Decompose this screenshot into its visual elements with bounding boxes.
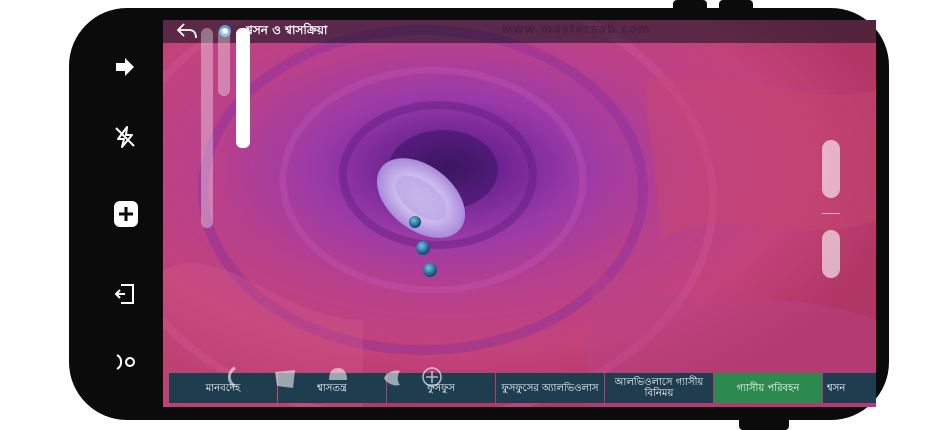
zoom-out-button[interactable]	[822, 230, 840, 278]
tab-alveolus[interactable]: ফুসফুসের অ্যালভিওলাস	[496, 373, 604, 403]
exit-icon[interactable]	[113, 282, 137, 306]
watermark: www.mastersab.com	[501, 22, 651, 36]
slider-track-left[interactable]	[201, 28, 213, 228]
half-circle-icon[interactable]	[113, 350, 137, 374]
tab-label: ফুসফুসের অ্যালভিওলাস	[501, 382, 599, 394]
back-icon[interactable]	[175, 21, 199, 41]
tab-gas-exchange[interactable]: আলভিওলাসে গ্যাসীয় বিনিময়	[605, 373, 713, 403]
bronchiole-3d-scene[interactable]	[163, 20, 876, 407]
add-icon[interactable]	[113, 200, 139, 228]
lightning-icon[interactable]	[113, 125, 137, 149]
tab-label: গ্যাসীয় পরিবহন	[736, 382, 800, 394]
nav-heart-icon[interactable]	[380, 367, 402, 389]
tab-shwason[interactable]: শ্বসন	[823, 373, 876, 403]
page-title: শ্বসন ও শ্বাসক্রিয়া	[246, 23, 328, 37]
tab-gas-transport[interactable]: গ্যাসীয় পরিবহন	[714, 373, 822, 403]
nav-add-circle-icon[interactable]	[421, 366, 443, 388]
slider-handle[interactable]	[236, 28, 250, 148]
arrow-right-icon[interactable]	[113, 56, 137, 78]
tab-label: শ্বসন	[827, 382, 846, 394]
nav-home-icon[interactable]	[327, 366, 349, 388]
nav-square-icon[interactable]	[275, 370, 297, 388]
zoom-in-button[interactable]	[822, 140, 840, 198]
zoom-separator	[822, 213, 840, 214]
app-screen[interactable]: শ্বসন ও শ্বাসক্রিয়া www.mastersab.com ম…	[163, 20, 876, 407]
tab-label: আলভিওলাসে গ্যাসীয় বিনিময়	[614, 377, 704, 399]
slider-track-middle[interactable]	[218, 28, 230, 96]
nav-back-icon[interactable]	[219, 366, 241, 388]
